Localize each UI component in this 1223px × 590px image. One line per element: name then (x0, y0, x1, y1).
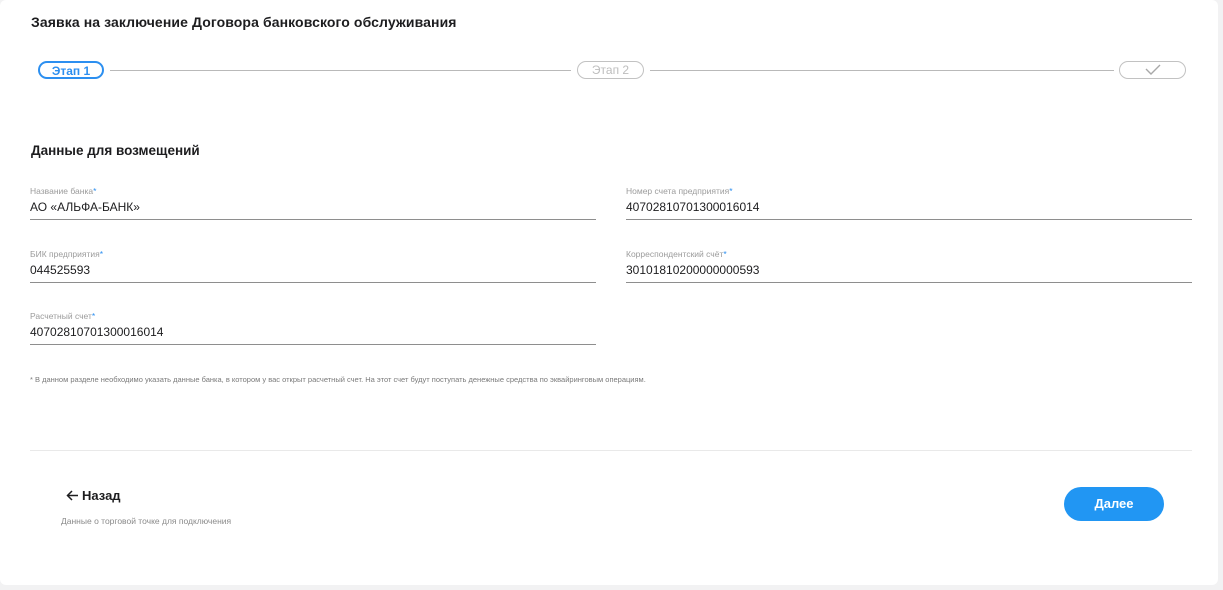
step-2[interactable]: Этап 2 (577, 61, 644, 79)
step-3-final[interactable] (1119, 61, 1186, 79)
settlement-account-input[interactable]: 40702810701300016014 (30, 325, 163, 339)
arrow-left-icon (66, 490, 78, 501)
field-label: БИК предприятия* (30, 249, 104, 259)
account-number-field[interactable]: Номер счета предприятия* 407028107013000… (626, 186, 1192, 220)
bank-name-input[interactable]: АО «АЛЬФА-БАНК» (30, 200, 140, 214)
next-button[interactable]: Далее (1064, 487, 1164, 521)
footnote: * В данном разделе необходимо указать да… (30, 375, 646, 384)
stepper-connector-line (650, 70, 1114, 71)
field-label: Название банка* (30, 186, 97, 196)
back-subtitle: Данные о торговой точке для подключения (61, 516, 232, 526)
divider (30, 450, 1192, 451)
checkmark-icon (1145, 64, 1161, 75)
stepper-connector-line (110, 70, 571, 71)
stepper: Этап 1 Этап 2 (0, 0, 1218, 100)
bik-input[interactable]: 044525593 (30, 263, 90, 277)
correspondent-account-field[interactable]: Корреспондентский счёт* 3010181020000000… (626, 249, 1192, 283)
field-label: Номер счета предприятия* (626, 186, 733, 196)
correspondent-account-input[interactable]: 30101810200000000593 (626, 263, 759, 277)
step-1[interactable]: Этап 1 (38, 61, 104, 79)
section-title: Данные для возмещений (31, 143, 200, 158)
field-label: Расчетный счет* (30, 311, 96, 321)
field-label: Корреспондентский счёт* (626, 249, 727, 259)
settlement-account-field[interactable]: Расчетный счет* 40702810701300016014 (30, 311, 596, 345)
back-button[interactable]: Назад (66, 488, 121, 503)
back-label: Назад (82, 488, 121, 503)
bank-name-field[interactable]: Название банка* АО «АЛЬФА-БАНК» (30, 186, 596, 220)
account-number-input[interactable]: 40702810701300016014 (626, 200, 759, 214)
application-card: Заявка на заключение Договора банковског… (0, 0, 1218, 585)
bik-field[interactable]: БИК предприятия* 044525593 (30, 249, 596, 283)
